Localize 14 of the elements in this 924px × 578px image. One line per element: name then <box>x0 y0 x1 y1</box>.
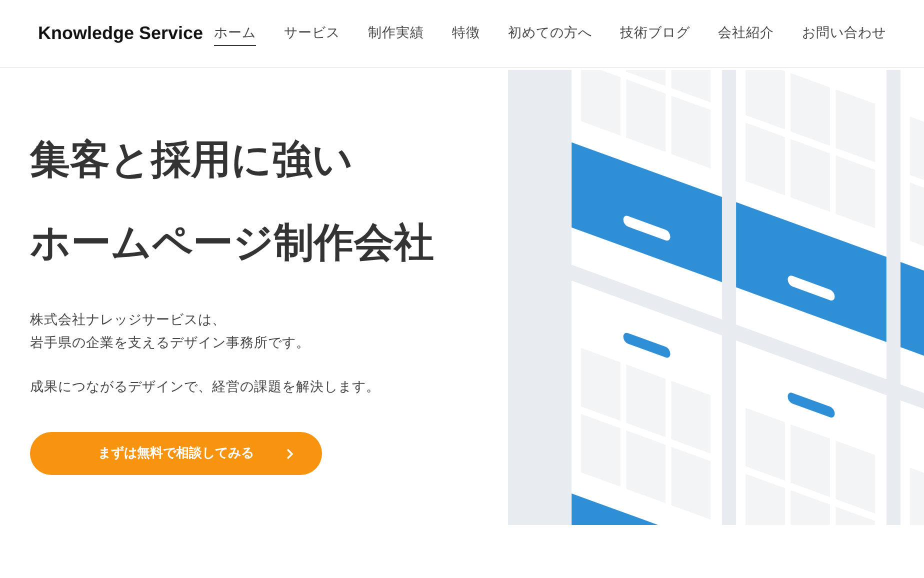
nav-link[interactable]: 会社紹介 <box>718 20 774 46</box>
nav-link[interactable]: ホーム <box>214 20 256 46</box>
nav-link[interactable]: お問い合わせ <box>802 20 886 46</box>
nav-link[interactable]: サービス <box>284 20 340 46</box>
intro-paragraph: 成果につながるデザインで、経営の課題を解決します。 <box>30 378 381 397</box>
intro-paragraph: 株式会社ナレッジサービスは、 岩手県の企業を支えるデザイン事務所です。 <box>30 311 311 353</box>
logo-text[interactable]: Knowledge Service <box>38 20 204 47</box>
headline-line: 集客と採用に強い <box>30 140 354 180</box>
headline-line: ホームページ制作会社 <box>30 223 435 263</box>
nav-link[interactable]: 技術ブログ <box>620 20 690 46</box>
nav-link[interactable]: 特徴 <box>452 20 480 46</box>
nav-link[interactable]: 制作実績 <box>368 20 424 46</box>
chevron-right-icon <box>286 448 294 460</box>
nav-link[interactable]: 初めての方へ <box>508 20 592 46</box>
